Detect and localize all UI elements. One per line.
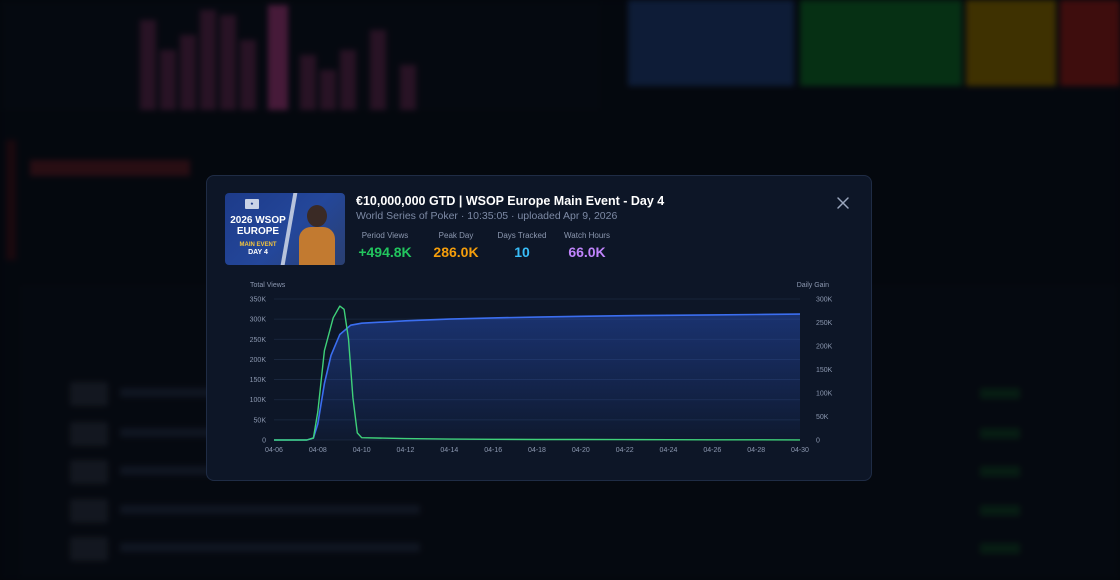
player-image (295, 201, 339, 265)
y-right-tick-label: 0 (816, 438, 820, 445)
y-right-tick-label: 300K (816, 297, 833, 304)
player-head (307, 205, 327, 227)
y-left-tick-label: 200K (250, 357, 267, 364)
y-left-tick-label: 0 (262, 438, 266, 445)
stat-days-tracked: Days Tracked 10 (497, 231, 547, 260)
x-tick-label: 04-12 (397, 447, 415, 454)
x-tick-label: 04-18 (528, 447, 546, 454)
stat-label: Days Tracked (497, 231, 547, 240)
y-left-tick-label: 150K (250, 377, 267, 384)
x-tick-label: 04-28 (747, 447, 765, 454)
stat-value: 286.0K (433, 244, 479, 260)
stat-peak-day: Peak Day 286.0K (431, 231, 481, 260)
left-axis-label: Total Views (250, 282, 286, 289)
stat-value: 66.0K (568, 244, 606, 260)
x-tick-label: 04-20 (572, 447, 590, 454)
x-tick-label: 04-22 (616, 447, 634, 454)
thumbnail-title: 2026 WSOP EUROPE (228, 215, 288, 237)
thumbnail-line-2: EUROPE (236, 226, 280, 237)
views-chart: Total Views Daily Gain 0 50K 100K 150K 200K 250… (250, 282, 833, 454)
stat-label: Period Views (361, 231, 409, 240)
stat-label: Peak Day (438, 231, 474, 240)
x-tick-label: 04-14 (440, 447, 458, 454)
thumbnail-line-1: 2026 WSOP (230, 215, 286, 226)
close-icon[interactable] (835, 195, 851, 211)
video-meta: World Series of Poker · 10:35:05 · uploa… (356, 210, 618, 222)
thumbnail-line-4: DAY 4 (248, 249, 268, 256)
wsop-logo-icon: ♠ (245, 199, 259, 209)
y-left-tick-label: 100K (250, 397, 267, 404)
x-tick-label: 04-24 (660, 447, 678, 454)
stat-label: Watch Hours (564, 231, 610, 240)
y-right-tick-label: 150K (816, 367, 833, 374)
thumbnail-subtitle: MAIN EVENT DAY 4 (228, 241, 288, 257)
stat-value: 10 (514, 244, 530, 260)
x-tick-label: 04-26 (703, 447, 721, 454)
x-tick-label: 04-16 (484, 447, 502, 454)
y-right-tick-label: 200K (816, 344, 833, 351)
x-tick-label: 04-30 (791, 447, 809, 454)
video-title: €10,000,000 GTD | WSOP Europe Main Event… (356, 194, 665, 208)
y-left-tick-label: 50K (254, 417, 267, 424)
stat-watch-hours: Watch Hours 66.0K (562, 231, 612, 260)
video-detail-modal: ♠ 2026 WSOP EUROPE MAIN EVENT DAY 4 €10,… (206, 175, 872, 481)
y-left-tick-label: 250K (250, 337, 267, 344)
total-views-area (274, 314, 800, 440)
close-button[interactable] (835, 195, 851, 211)
y-right-tick-label: 50K (816, 414, 829, 421)
video-thumbnail: ♠ 2026 WSOP EUROPE MAIN EVENT DAY 4 (225, 193, 345, 265)
stat-value: +494.8K (358, 244, 412, 260)
y-right-tick-label: 250K (816, 320, 833, 327)
y-left-tick-label: 350K (250, 297, 267, 304)
y-right-tick-label: 100K (816, 391, 833, 398)
player-body (299, 227, 335, 265)
stat-period-views: Period Views +494.8K (357, 231, 413, 260)
y-left-tick-label: 300K (250, 317, 267, 324)
x-tick-label: 04-10 (353, 447, 371, 454)
right-axis-label: Daily Gain (797, 282, 829, 289)
x-tick-label: 04-08 (309, 447, 327, 454)
x-tick-label: 04-06 (265, 447, 283, 454)
thumbnail-line-3: MAIN EVENT (239, 242, 277, 248)
